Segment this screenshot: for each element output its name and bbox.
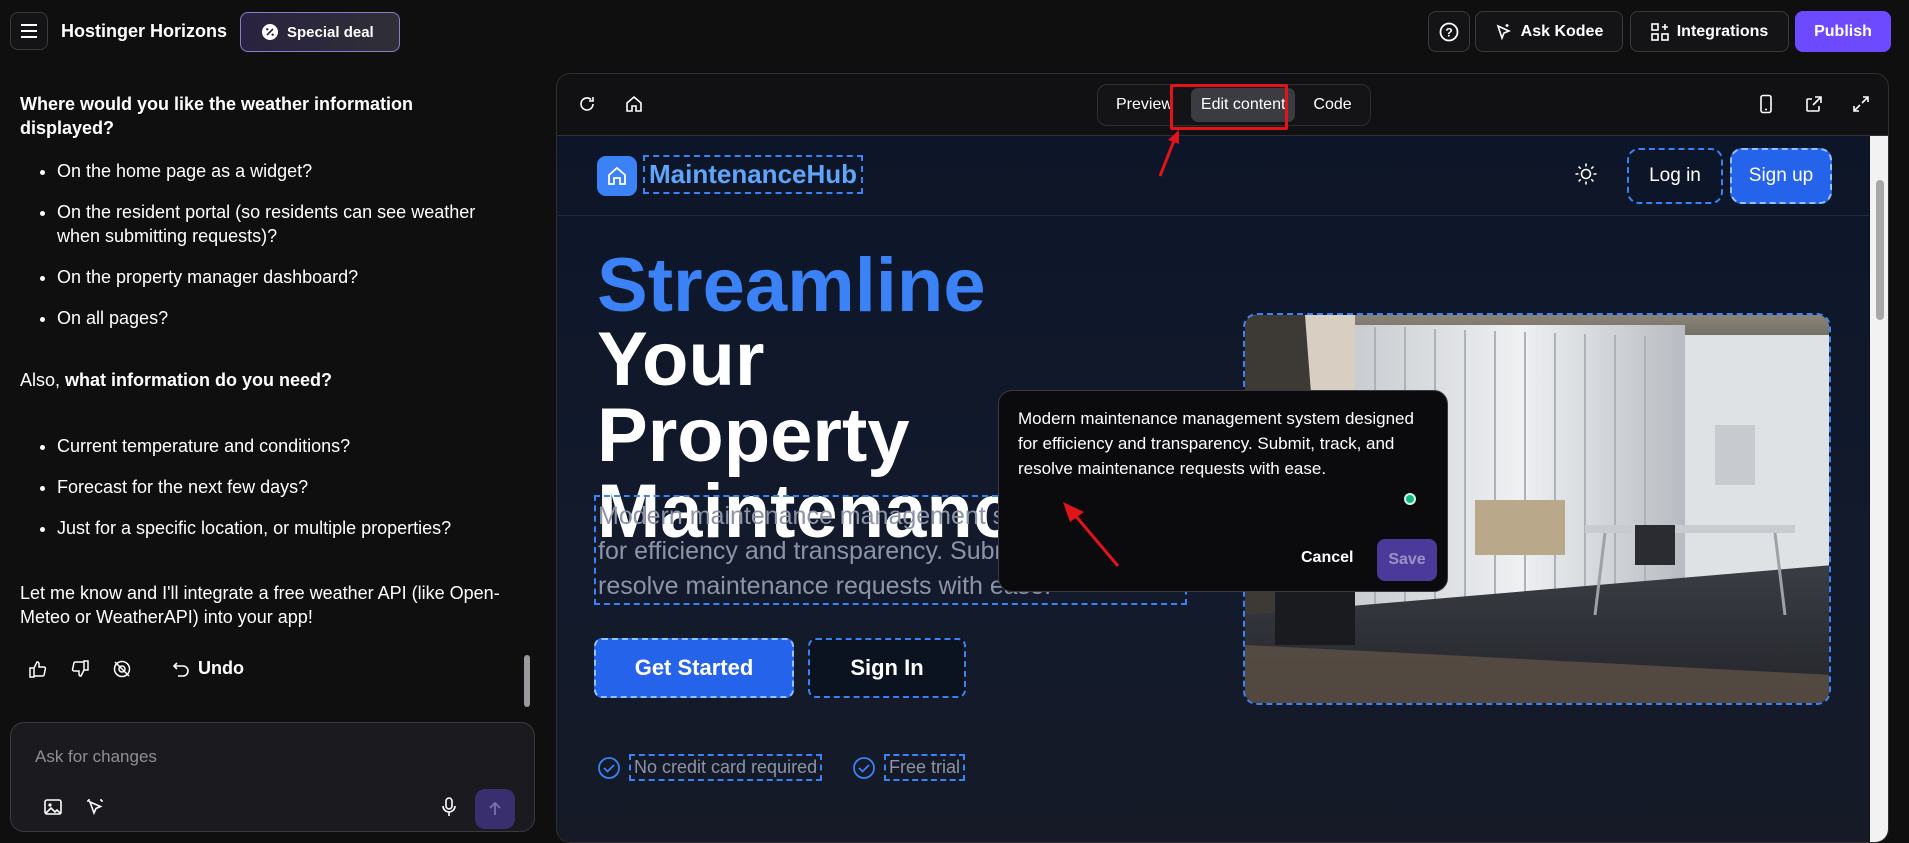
refresh-icon[interactable] <box>577 94 597 114</box>
perk-label[interactable]: No credit card required <box>629 754 823 781</box>
hamburger-icon <box>20 23 38 39</box>
external-link-icon[interactable] <box>1804 94 1824 114</box>
grid-plus-icon <box>1650 22 1669 41</box>
undo-button[interactable]: Undo <box>172 658 244 679</box>
check-circle-icon <box>852 756 876 780</box>
perk-no-credit-card: No credit card required <box>597 754 823 781</box>
ask-kodee-button[interactable]: Ask Kodee <box>1475 11 1623 52</box>
headline-accent[interactable]: Streamline <box>597 248 986 324</box>
thumbs-down-icon[interactable] <box>70 659 90 679</box>
svg-text:?: ? <box>1445 25 1452 39</box>
check-circle-icon <box>597 756 621 780</box>
login-button[interactable]: Log in <box>1627 148 1723 204</box>
status-dot <box>1404 493 1416 505</box>
location-options-list: On the home page as a widget? On the res… <box>57 159 507 347</box>
badge-percent-icon <box>261 23 279 41</box>
select-element-icon[interactable] <box>85 797 105 817</box>
info-options-list: Current temperature and conditions? Fore… <box>57 434 507 557</box>
sun-icon[interactable] <box>1574 162 1598 186</box>
house-icon <box>606 165 628 187</box>
image-icon[interactable] <box>43 797 63 817</box>
integrations-button[interactable]: Integrations <box>1630 11 1789 52</box>
chat-input[interactable] <box>35 747 495 767</box>
scrollbar-thumb[interactable] <box>1876 180 1884 320</box>
chat-question: Where would you like the weather informa… <box>20 94 414 138</box>
cancel-button[interactable]: Cancel <box>1301 549 1353 567</box>
tab-code[interactable]: Code <box>1303 88 1361 122</box>
chat-scrollbar[interactable] <box>524 655 530 707</box>
chat-panel: Where would you like the weather informa… <box>0 62 535 832</box>
sign-in-button[interactable]: Sign In <box>808 638 966 698</box>
save-button[interactable]: Save <box>1377 539 1437 581</box>
info-bold: what information do you need? <box>65 370 333 390</box>
info-question: Also, what information do you need? <box>20 368 510 392</box>
annotation-arrow-icon <box>1158 130 1179 177</box>
preview-scrollbar[interactable] <box>1870 136 1888 842</box>
editor-text[interactable]: Modern maintenance management system des… <box>1018 406 1428 481</box>
sparkle-cursor-icon <box>1495 23 1513 41</box>
microphone-icon[interactable] <box>440 797 458 817</box>
site-navbar: MaintenanceHub Log in Sign up <box>557 136 1869 216</box>
undo-label: Undo <box>198 658 244 678</box>
annotation-arrow-icon <box>1063 502 1120 567</box>
help-circle-icon: ? <box>1439 22 1459 42</box>
special-deal-button[interactable]: Special deal <box>240 12 400 52</box>
fullscreen-icon[interactable] <box>1851 94 1871 114</box>
publish-button[interactable]: Publish <box>1795 11 1891 52</box>
list-item: On all pages? <box>57 306 507 330</box>
message-actions: Undo <box>28 658 244 679</box>
special-deal-label: Special deal <box>287 23 374 41</box>
site-logo-text[interactable]: MaintenanceHub <box>643 155 864 194</box>
list-item: On the home page as a widget? <box>57 159 507 183</box>
ask-kodee-label: Ask Kodee <box>1520 22 1604 40</box>
app-title: Hostinger Horizons <box>61 21 228 41</box>
integrations-label: Integrations <box>1676 22 1769 40</box>
get-started-button[interactable]: Get Started <box>594 638 794 698</box>
thumbs-up-icon[interactable] <box>28 659 48 679</box>
help-button[interactable]: ? <box>1428 11 1470 52</box>
list-item: Current temperature and conditions? <box>57 434 507 458</box>
eye-off-icon[interactable] <box>112 659 132 679</box>
send-button[interactable] <box>475 789 515 829</box>
undo-icon <box>172 660 190 678</box>
logo-badge <box>597 156 637 196</box>
home-icon[interactable] <box>624 94 644 114</box>
list-item: On the resident portal (so residents can… <box>57 200 507 248</box>
signup-button[interactable]: Sign up <box>1730 148 1832 204</box>
list-item: Just for a specific location, or multipl… <box>57 516 507 540</box>
list-item: On the property manager dashboard? <box>57 265 507 289</box>
perk-label[interactable]: Free trial <box>884 754 966 781</box>
publish-label: Publish <box>1814 22 1872 40</box>
menu-button[interactable] <box>10 12 48 50</box>
arrow-up-icon <box>487 801 503 817</box>
annotation-highlight-box <box>1170 84 1288 130</box>
chat-closing: Let me know and I'll integrate a free we… <box>20 583 500 627</box>
list-item: Forecast for the next few days? <box>57 475 507 499</box>
mobile-view-icon[interactable] <box>1758 94 1774 114</box>
top-bar: Hostinger Horizons Special deal ? Ask Ko… <box>0 0 1909 62</box>
info-prefix: Also, <box>20 370 66 390</box>
chat-composer <box>10 722 535 832</box>
perk-free-trial: Free trial <box>852 754 966 781</box>
